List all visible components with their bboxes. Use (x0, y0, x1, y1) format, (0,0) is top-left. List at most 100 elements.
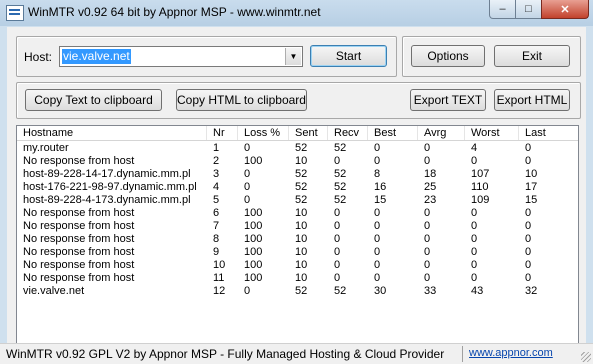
cell-nr: 11 (213, 272, 225, 284)
cell-hostname: No response from host (23, 233, 135, 245)
table-row[interactable]: No response from host 8 100 10 0 0 0 0 0 (17, 233, 578, 246)
column-header-loss[interactable]: Loss % (238, 126, 289, 140)
cell-nr: 9 (213, 246, 220, 258)
cell-last: 15 (525, 194, 538, 206)
cell-loss: 100 (244, 207, 263, 219)
cell-sent: 52 (295, 142, 308, 154)
close-button[interactable]: ✕ (541, 0, 589, 19)
chevron-down-icon[interactable]: ▼ (285, 48, 301, 65)
minimize-button[interactable]: – (489, 0, 516, 19)
cell-avrg: 0 (424, 246, 431, 258)
resize-grip-icon[interactable] (581, 352, 591, 362)
cell-recv: 0 (334, 220, 341, 232)
cell-loss: 0 (244, 168, 251, 180)
cell-recv: 52 (334, 194, 347, 206)
cell-worst: 109 (471, 194, 490, 206)
cell-nr: 6 (213, 207, 220, 219)
cell-recv: 52 (334, 142, 347, 154)
copy-text-button[interactable]: Copy Text to clipboard (25, 89, 162, 111)
column-header-hostname[interactable]: Hostname (17, 126, 207, 140)
cell-nr: 3 (213, 168, 220, 180)
cell-hostname: my.router (23, 142, 69, 154)
cell-hostname: No response from host (23, 155, 135, 167)
cell-worst: 0 (471, 233, 478, 245)
column-header-best[interactable]: Best (368, 126, 418, 140)
export-text-button[interactable]: Export TEXT (410, 89, 486, 111)
exit-button[interactable]: Exit (494, 45, 570, 67)
status-divider (462, 346, 463, 362)
cell-avrg: 0 (424, 155, 431, 167)
cell-loss: 0 (244, 285, 251, 297)
cell-best: 0 (374, 142, 381, 154)
cell-sent: 52 (295, 194, 308, 206)
cell-worst: 107 (471, 168, 490, 180)
cell-hostname: No response from host (23, 246, 135, 258)
cell-hostname: host-89-228-4-173.dynamic.mm.pl (23, 194, 191, 206)
table-row[interactable]: No response from host 9 100 10 0 0 0 0 0 (17, 246, 578, 259)
cell-best: 8 (374, 168, 381, 180)
cell-avrg: 23 (424, 194, 437, 206)
appnor-link[interactable]: www.appnor.com (469, 347, 553, 359)
cell-loss: 100 (244, 272, 263, 284)
column-header-sent[interactable]: Sent (289, 126, 328, 140)
cell-avrg: 18 (424, 168, 437, 180)
window-title: WinMTR v0.92 64 bit by Appnor MSP - www.… (28, 5, 321, 19)
column-header-avrg[interactable]: Avrg (418, 126, 465, 140)
results-table[interactable]: Hostname Nr Loss % Sent Recv Best Avrg Worst Las… (16, 125, 579, 344)
cell-loss: 100 (244, 155, 263, 167)
cell-worst: 0 (471, 207, 478, 219)
table-row[interactable]: host-176-221-98-97.dynamic.mm.pl 4 0 52 52 16… (17, 181, 578, 194)
cell-recv: 0 (334, 272, 341, 284)
table-row[interactable]: No response from host 11 100 10 0 0 0 0 0 (17, 272, 578, 285)
column-header-worst[interactable]: Worst (465, 126, 519, 140)
cell-hostname: host-176-221-98-97.dynamic.mm.pl (23, 181, 197, 193)
host-input-value[interactable]: vie.valve.net (62, 49, 131, 64)
cell-nr: 5 (213, 194, 220, 206)
cell-nr: 4 (213, 181, 220, 193)
status-bar: WinMTR v0.92 GPL V2 by Appnor MSP - Full… (0, 343, 593, 364)
table-row[interactable]: host-89-228-14-17.dynamic.mm.pl 3 0 52 52 8 18… (17, 168, 578, 181)
export-html-button[interactable]: Export HTML (494, 89, 570, 111)
table-row[interactable]: vie.valve.net 12 0 52 52 30 33 43 32 (17, 285, 578, 298)
table-row[interactable]: No response from host 7 100 10 0 0 0 0 0 (17, 220, 578, 233)
table-row[interactable]: No response from host 2 100 10 0 0 0 0 0 (17, 155, 578, 168)
cell-loss: 0 (244, 142, 251, 154)
cell-avrg: 25 (424, 181, 437, 193)
cell-sent: 10 (295, 246, 308, 258)
table-row[interactable]: my.router 1 0 52 52 0 0 4 0 (17, 142, 578, 155)
cell-loss: 0 (244, 194, 251, 206)
cell-best: 0 (374, 246, 381, 258)
title-bar[interactable]: WinMTR v0.92 64 bit by Appnor MSP - www.… (0, 0, 593, 26)
cell-avrg: 0 (424, 207, 431, 219)
cell-hostname: No response from host (23, 272, 135, 284)
options-button[interactable]: Options (411, 45, 485, 67)
cell-last: 0 (525, 259, 532, 271)
cell-recv: 52 (334, 168, 347, 180)
host-combobox[interactable]: vie.valve.net ▼ (59, 46, 303, 67)
cell-avrg: 0 (424, 272, 431, 284)
cell-recv: 0 (334, 155, 341, 167)
start-button[interactable]: Start (310, 45, 387, 67)
table-row[interactable]: No response from host 6 100 10 0 0 0 0 0 (17, 207, 578, 220)
cell-worst: 0 (471, 220, 478, 232)
cell-last: 0 (525, 246, 532, 258)
cell-nr: 12 (213, 285, 226, 297)
column-header-recv[interactable]: Recv (328, 126, 368, 140)
table-row[interactable]: No response from host 10 100 10 0 0 0 0 0 (17, 259, 578, 272)
column-header-nr[interactable]: Nr (207, 126, 238, 140)
copy-html-button[interactable]: Copy HTML to clipboard (176, 89, 307, 111)
cell-best: 0 (374, 220, 381, 232)
cell-recv: 0 (334, 259, 341, 271)
host-label: Host: (24, 50, 53, 64)
cell-worst: 0 (471, 259, 478, 271)
cell-last: 0 (525, 233, 532, 245)
table-row[interactable]: host-89-228-4-173.dynamic.mm.pl 5 0 52 52 15 2… (17, 194, 578, 207)
cell-sent: 10 (295, 155, 308, 167)
cell-hostname: host-89-228-14-17.dynamic.mm.pl (23, 168, 191, 180)
cell-worst: 43 (471, 285, 484, 297)
cell-last: 10 (525, 168, 538, 180)
maximize-button[interactable]: □ (515, 0, 542, 19)
cell-loss: 100 (244, 246, 263, 258)
column-header-last[interactable]: Last (519, 126, 578, 140)
cell-recv: 0 (334, 246, 341, 258)
